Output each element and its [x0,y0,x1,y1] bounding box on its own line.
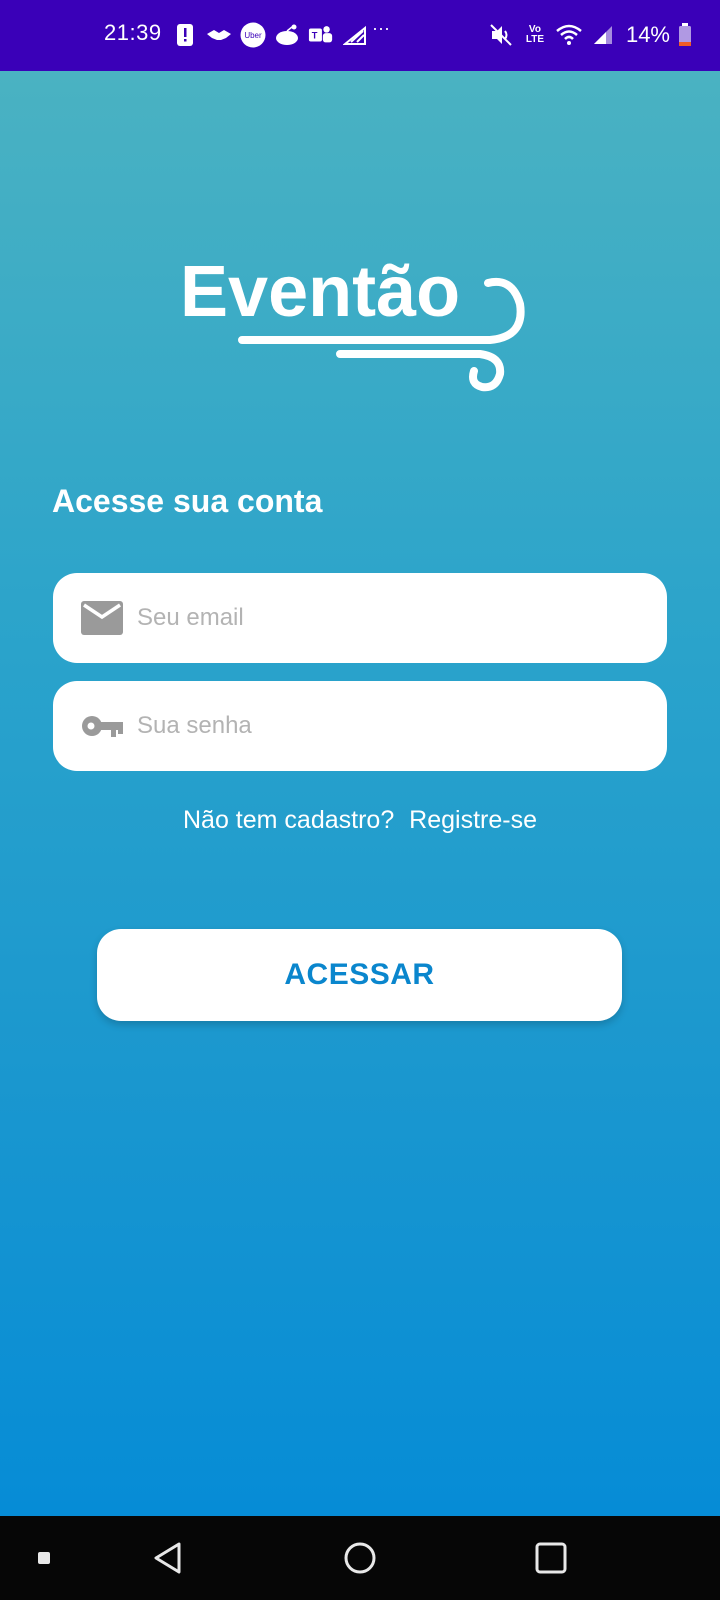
wifi-icon [556,22,582,48]
home-icon[interactable] [338,1536,382,1580]
recent-apps-dot-icon[interactable] [22,1536,66,1580]
email-icon [81,601,123,635]
email-field[interactable] [53,573,667,663]
more-notifications-indicator: ··· [372,18,390,38]
uber-icon-text: Uber [244,30,262,40]
register-row: Não tem cadastro? Registre-se [0,806,720,835]
reddit-icon [274,22,300,48]
status-bar: 21:39 Uber T ··· Vo LTE 14% [0,0,720,71]
password-field[interactable] [53,681,667,771]
vibrate-mute-icon [488,22,514,48]
volte-icon: Vo LTE [522,22,548,48]
email-input[interactable] [137,588,617,648]
app-logo: Eventão [180,249,540,399]
login-button[interactable]: ACESSAR [97,929,622,1021]
overview-icon[interactable] [529,1536,573,1580]
register-link[interactable]: Registre-se [409,806,537,835]
logo-graphic: Eventão [180,252,525,392]
page-title: Acesse sua conta [52,483,323,519]
password-input[interactable] [137,696,617,756]
alert-icon [172,22,198,48]
teams-icon: T [308,22,334,48]
navigation-bar [0,1516,720,1600]
battery-icon [678,22,692,48]
battery-percent: 14% [625,22,670,47]
register-prompt: Não tem cadastro? [183,806,395,834]
back-icon[interactable] [146,1536,190,1580]
system-icons: Vo LTE 14% [488,18,692,52]
status-time: 21:39 [104,20,162,45]
logo-text: Eventão [180,252,460,332]
svg-text:T: T [312,31,318,41]
handshake-icon [206,22,232,48]
signal-icon [342,22,368,48]
key-icon [82,716,123,737]
uber-icon: Uber [240,22,266,48]
cellular-signal-icon [590,22,616,48]
volte-bottom-text: LTE [525,34,545,45]
notification-icons: Uber T [172,20,368,50]
login-screen: Eventão Acesse sua conta Não tem cadastr… [0,71,720,1516]
